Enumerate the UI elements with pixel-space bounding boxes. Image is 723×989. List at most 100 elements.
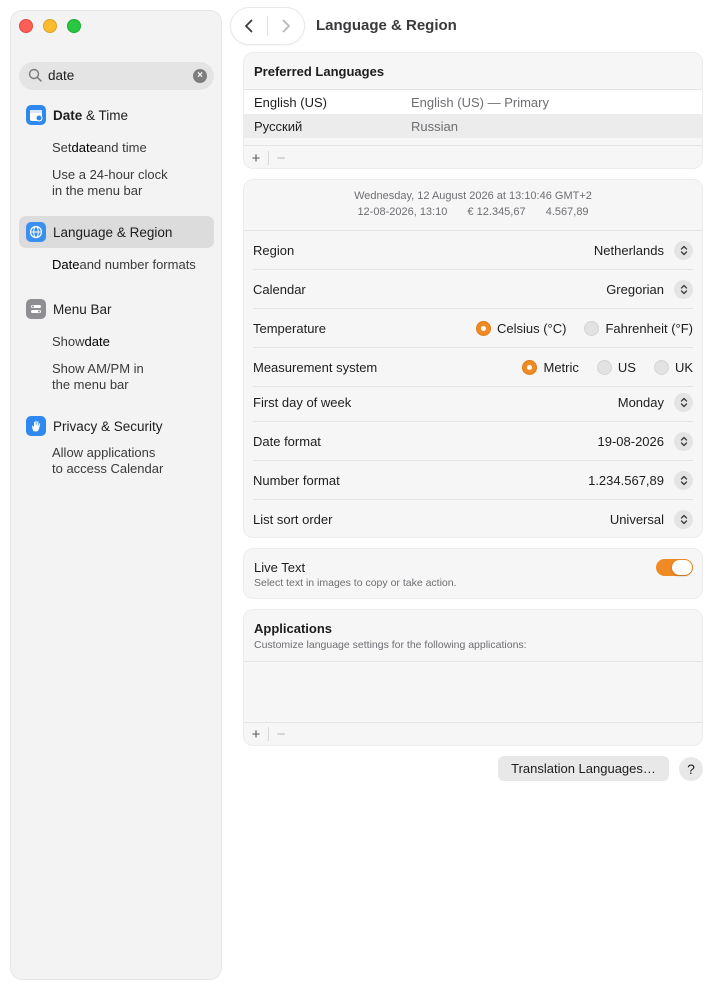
sort-order-label: List sort order [253, 511, 333, 527]
sub-match: date [84, 334, 110, 349]
hand-icon [26, 416, 46, 436]
chevron-left-icon [245, 19, 253, 33]
sidebar-item-label: & Time [82, 107, 129, 123]
first-day-popup-button[interactable] [674, 393, 693, 412]
sidebar: date × Date & Time Set date and time Use… [10, 10, 222, 980]
calendar-value[interactable]: Gregorian [606, 282, 664, 297]
sidebar-subitem-show-date[interactable]: Show date [19, 327, 214, 357]
sub-text: and number formats [79, 257, 196, 272]
applications-list[interactable] [244, 662, 702, 722]
number-format-value[interactable]: 1.234.567,89 [588, 473, 664, 488]
remove-application-button[interactable]: − [269, 726, 293, 743]
sub-text: Set [52, 140, 72, 155]
translation-languages-button[interactable]: Translation Languages… [498, 756, 669, 781]
calendar-label: Calendar [253, 282, 306, 297]
search-input[interactable]: date [48, 68, 74, 83]
zoom-window-button[interactable] [67, 19, 81, 33]
forward-button[interactable] [268, 8, 304, 44]
date-format-label: Date format [253, 434, 321, 449]
sort-order-row: List sort order Universal [253, 500, 693, 538]
fahrenheit-radio[interactable]: Fahrenheit (°F) [584, 321, 693, 336]
date-format-value[interactable]: 19-08-2026 [598, 434, 665, 449]
sidebar-item-date-time[interactable]: Date & Time [19, 99, 214, 131]
language-row[interactable]: Русский Russian [244, 114, 702, 138]
region-value[interactable]: Netherlands [594, 243, 664, 258]
page-title: Language & Region [316, 17, 457, 34]
add-remove-controls: + − [244, 147, 293, 169]
radio-label: Metric [543, 360, 579, 375]
search-field[interactable]: date × [19, 62, 214, 90]
number-format-popup-button[interactable] [674, 471, 693, 490]
applications-description: Customize language settings for the foll… [254, 639, 527, 651]
globe-icon [26, 222, 46, 242]
region-settings-card: Wednesday, 12 August 2026 at 13:10:46 GM… [243, 179, 703, 538]
sidebar-item-label: Privacy & Security [53, 418, 163, 434]
live-text-card: Live Text Select text in images to copy … [243, 548, 703, 599]
uk-radio[interactable]: UK [653, 360, 693, 375]
region-popup-button[interactable] [674, 241, 693, 260]
radio-label: Celsius (°C) [496, 321, 567, 336]
celsius-radio[interactable]: Celsius (°C) [475, 321, 567, 336]
back-button[interactable] [231, 8, 267, 44]
region-row: Region Netherlands [253, 232, 693, 270]
calendar-popup-button[interactable] [674, 280, 693, 299]
clear-search-icon[interactable]: × [193, 69, 207, 83]
sub-text: Show AM/PM in the menu bar [52, 361, 144, 392]
live-text-description: Select text in images to copy or take ac… [254, 577, 457, 589]
sidebar-group-language-region: Language & Region Date and number format… [19, 216, 214, 280]
sidebar-item-language-region[interactable]: Language & Region [19, 216, 214, 248]
first-day-label: First day of week [253, 395, 352, 410]
preview-currency: € 12.345,67 [467, 206, 526, 218]
live-text-toggle[interactable] [656, 559, 693, 576]
updown-chevron-icon [680, 475, 687, 486]
sidebar-item-menu-bar[interactable]: Menu Bar [19, 293, 214, 325]
sort-order-value[interactable]: Universal [610, 512, 664, 527]
radio-selected-icon [522, 360, 538, 375]
updown-chevron-icon [680, 245, 687, 256]
date-format-row: Date format 19-08-2026 [253, 423, 693, 461]
sidebar-subitem-24-hour[interactable]: Use a 24-hour clock in the menu bar [19, 167, 179, 199]
updown-chevron-icon [680, 436, 687, 447]
sidebar-group-date-time: Date & Time Set date and time Use a 24-h… [19, 99, 214, 199]
sidebar-item-label-match: Date [53, 107, 83, 123]
radio-label: UK [674, 360, 693, 375]
sub-match: Date [52, 257, 80, 272]
updown-chevron-icon [680, 397, 687, 408]
sidebar-subitem-date-number-formats[interactable]: Date and number formats [19, 250, 214, 280]
preferred-languages-card: Preferred Languages English (US) English… [243, 52, 703, 169]
sidebar-item-label: Language & Region [53, 224, 173, 240]
language-name: English (US) [254, 95, 327, 110]
radio-label: US [617, 360, 636, 375]
minimize-window-button[interactable] [43, 19, 57, 33]
radio-unselected-icon [653, 360, 669, 375]
updown-chevron-icon [680, 514, 687, 524]
add-application-button[interactable]: + [244, 726, 268, 743]
language-row[interactable]: English (US) English (US) — Primary [244, 90, 702, 114]
radio-unselected-icon [584, 321, 600, 336]
number-format-row: Number format 1.234.567,89 [253, 462, 693, 500]
sidebar-subitem-set-date[interactable]: Set date and time [19, 133, 214, 163]
navigation-buttons [231, 8, 304, 44]
close-window-button[interactable] [19, 19, 33, 33]
sidebar-subitem-show-ampm[interactable]: Show AM/PM in the menu bar [19, 361, 159, 393]
window-controls [19, 19, 81, 33]
metric-radio[interactable]: Metric [522, 360, 579, 375]
first-day-value[interactable]: Monday [618, 395, 664, 410]
us-radio[interactable]: US [596, 360, 636, 375]
divider [244, 722, 702, 723]
temperature-row: Temperature Celsius (°C) Fahrenheit (°F) [253, 310, 693, 348]
sort-order-popup-button[interactable] [674, 509, 693, 529]
region-label: Region [253, 243, 295, 258]
help-button[interactable]: ? [679, 757, 703, 781]
sub-text: Use a 24-hour clock in the menu bar [52, 167, 168, 198]
preview-number: 4.567,89 [545, 206, 589, 218]
format-preview-examples: 12-08-2026, 13:10 € 12.345,67 4.567,89 [244, 206, 702, 218]
sidebar-item-privacy-security[interactable]: Privacy & Security [19, 410, 214, 442]
temperature-label: Temperature [253, 321, 326, 336]
calendar-row: Calendar Gregorian [253, 271, 693, 309]
sidebar-subitem-calendar-access[interactable]: Allow applications to access Calendar [19, 445, 169, 477]
remove-language-button[interactable]: − [269, 150, 293, 167]
add-language-button[interactable]: + [244, 150, 268, 167]
chevron-right-icon [282, 19, 290, 33]
date-format-popup-button[interactable] [674, 432, 693, 451]
